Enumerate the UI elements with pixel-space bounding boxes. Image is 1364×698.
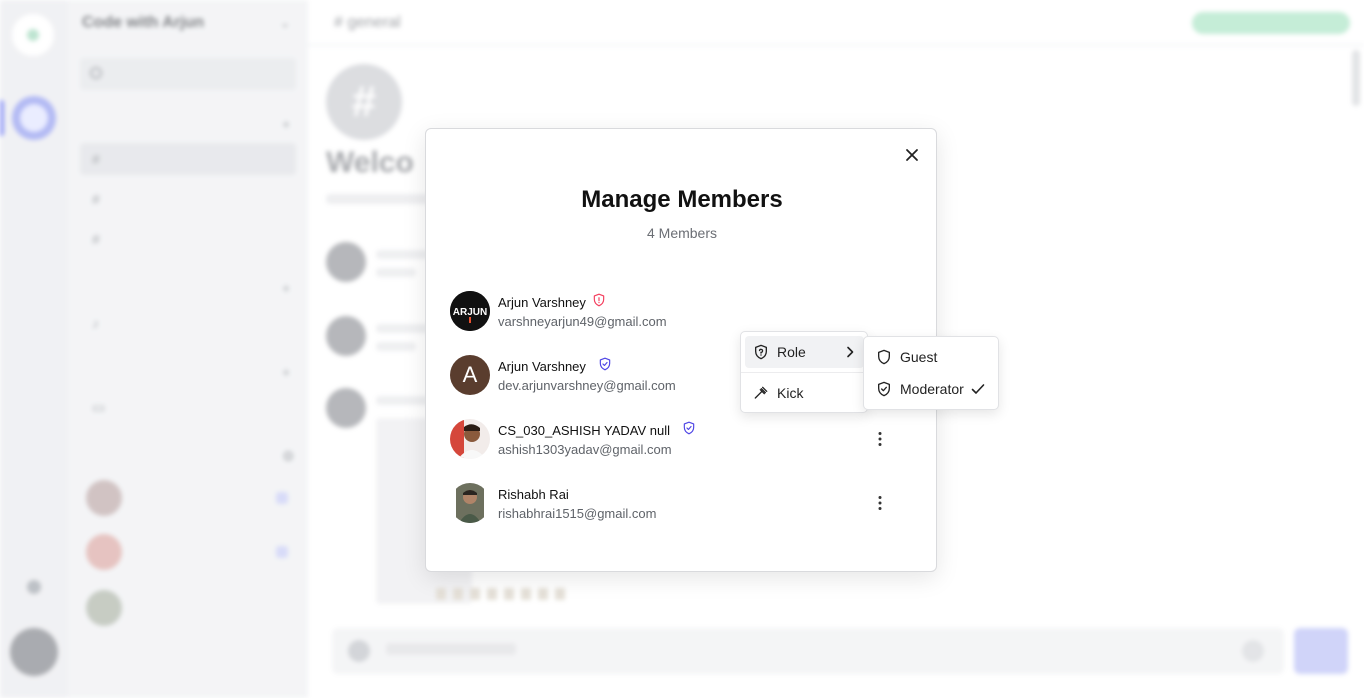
avatar — [450, 419, 490, 459]
kick-label: Kick — [777, 385, 804, 401]
gavel-icon — [753, 385, 769, 401]
role-submenu: Guest Moderator — [863, 336, 999, 410]
menu-divider — [741, 372, 867, 373]
member-row: CS_030_ASHISH YADAV null ashish1303yadav… — [450, 419, 890, 463]
role-option-moderator[interactable]: Moderator — [868, 374, 995, 404]
member-name: Arjun Varshney — [498, 294, 586, 310]
avatar: ARJUN — [450, 291, 490, 331]
shield-icon — [876, 349, 892, 365]
more-vertical-icon[interactable] — [870, 493, 890, 513]
shield-check-icon — [682, 421, 696, 440]
modal-title: Manage Members — [581, 186, 783, 213]
chevron-right-icon — [842, 344, 858, 360]
member-actions-menu: Role Kick — [740, 331, 868, 413]
avatar — [450, 483, 490, 523]
shield-alert-icon — [592, 293, 606, 312]
member-name: Arjun Varshney — [498, 358, 586, 374]
check-icon — [970, 381, 986, 397]
member-email: varshneyarjun49@gmail.com — [498, 314, 667, 329]
avatar-letter: A — [462, 362, 478, 387]
avatar: A — [450, 355, 490, 395]
more-vertical-icon[interactable] — [870, 429, 890, 449]
role-label: Role — [777, 344, 806, 360]
shield-check-icon — [598, 357, 612, 376]
avatar-logo-text: ARJUN — [453, 307, 487, 318]
member-row: Rishabh Rai rishabhrai1515@gmail.com — [450, 483, 890, 527]
member-name: CS_030_ASHISH YADAV null — [498, 422, 670, 438]
option-label: Guest — [900, 349, 938, 365]
member-email: dev.arjunvarshney@gmail.com — [498, 378, 676, 393]
option-label: Moderator — [900, 381, 964, 397]
close-icon[interactable] — [902, 145, 922, 165]
role-option-guest[interactable]: Guest — [868, 342, 995, 372]
members-count: 4 Members — [646, 225, 718, 241]
shield-question-icon — [753, 344, 769, 360]
shield-check-icon — [876, 381, 892, 397]
member-row: ARJUN Arjun Varshney varshneyarjun49@gma… — [450, 291, 890, 335]
kick-menu-item[interactable]: Kick — [745, 377, 864, 409]
member-name: Rishabh Rai — [498, 486, 569, 502]
member-email: rishabhrai1515@gmail.com — [498, 506, 657, 521]
role-menu-item[interactable]: Role — [745, 336, 864, 368]
member-email: ashish1303yadav@gmail.com — [498, 442, 672, 457]
